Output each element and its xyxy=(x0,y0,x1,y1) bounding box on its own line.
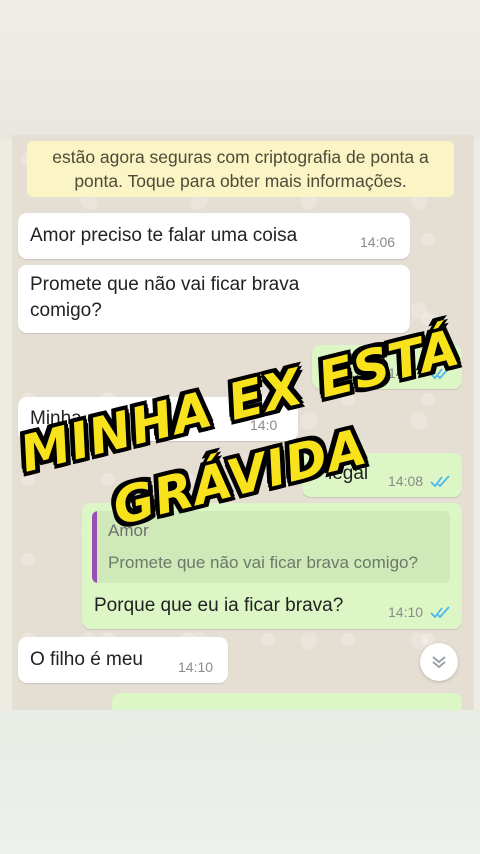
encryption-notice[interactable]: estão agora seguras com criptografia de … xyxy=(27,141,454,197)
message-text-line2: comigo? xyxy=(30,300,102,321)
message-text: O filho é meu xyxy=(30,649,143,670)
message-incoming[interactable]: Amor preciso te falar uma coisa 14:06 xyxy=(18,213,410,259)
message-text: Amor preciso te falar uma coisa xyxy=(30,225,298,246)
chevron-down-icon xyxy=(432,656,446,669)
message-time: 14:08 xyxy=(388,473,424,489)
message-outgoing-partial[interactable] xyxy=(112,693,462,710)
bottom-blurred-area xyxy=(0,710,480,854)
top-blurred-area xyxy=(0,0,480,140)
read-receipt-icon xyxy=(430,606,450,619)
scroll-down-button[interactable] xyxy=(420,643,458,681)
message-text: Porque que eu ia ficar brava? xyxy=(94,595,344,616)
message-incoming[interactable]: Promete que não vai ficar brava comigo? xyxy=(18,265,410,333)
quote-text: Promete que não vai ficar brava comigo? xyxy=(108,553,418,572)
message-time: 14:10 xyxy=(388,604,424,620)
message-time: 14:06 xyxy=(360,234,396,250)
read-receipt-icon xyxy=(430,475,450,488)
encryption-notice-line1: estão agora seguras com criptografia de … xyxy=(52,147,429,167)
message-incoming[interactable]: O filho é meu 14:10 xyxy=(18,637,228,683)
message-text-line1: Promete que não vai ficar brava xyxy=(30,274,300,295)
message-time: 14:10 xyxy=(178,659,214,675)
encryption-notice-line2: ponta. Toque para obter mais informações… xyxy=(74,171,407,191)
